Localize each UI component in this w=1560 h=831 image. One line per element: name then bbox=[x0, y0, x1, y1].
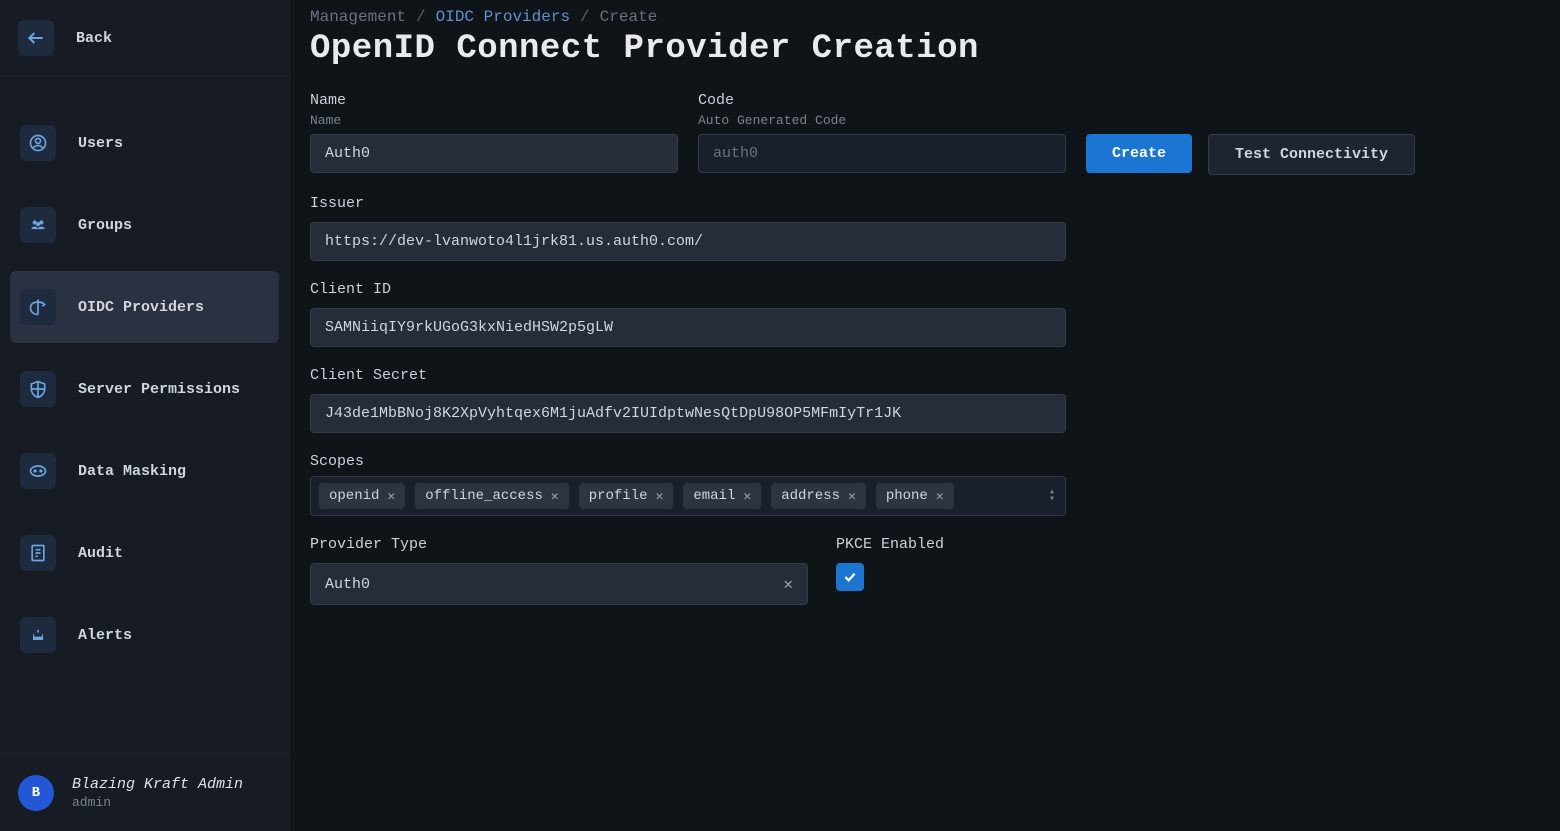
remove-scope-icon[interactable]: ✕ bbox=[848, 489, 856, 504]
clear-select-icon[interactable]: ✕ bbox=[783, 574, 793, 594]
issuer-input[interactable] bbox=[310, 222, 1066, 261]
mask-icon bbox=[20, 453, 56, 489]
remove-scope-icon[interactable]: ✕ bbox=[936, 489, 944, 504]
remove-scope-icon[interactable]: ✕ bbox=[387, 489, 395, 504]
scope-tag: profile ✕ bbox=[579, 483, 674, 509]
pkce-label: PKCE Enabled bbox=[836, 536, 944, 553]
remove-scope-icon[interactable]: ✕ bbox=[656, 489, 664, 504]
sidebar-item-label: Users bbox=[78, 135, 123, 152]
sidebar-item-label: Audit bbox=[78, 545, 123, 562]
user-icon bbox=[20, 125, 56, 161]
sidebar-item-audit[interactable]: Audit bbox=[10, 517, 279, 589]
oidc-icon bbox=[20, 289, 56, 325]
breadcrumb-current: Create bbox=[600, 8, 658, 26]
scopes-label: Scopes bbox=[310, 453, 1540, 470]
back-button[interactable]: Back bbox=[0, 0, 289, 77]
scope-tag: phone ✕ bbox=[876, 483, 954, 509]
provider-type-label: Provider Type bbox=[310, 536, 808, 553]
user-role: admin bbox=[72, 795, 243, 810]
alert-icon bbox=[20, 617, 56, 653]
sidebar-item-server-permissions[interactable]: Server Permissions bbox=[10, 353, 279, 425]
test-connectivity-button[interactable]: Test Connectivity bbox=[1208, 134, 1415, 175]
back-label: Back bbox=[76, 30, 112, 47]
sidebar-item-label: Groups bbox=[78, 217, 132, 234]
sidebar: Back Users Groups bbox=[0, 0, 290, 831]
create-button[interactable]: Create bbox=[1086, 134, 1192, 173]
breadcrumb-section[interactable]: OIDC Providers bbox=[436, 8, 570, 26]
page-title: OpenID Connect Provider Creation bbox=[310, 30, 1540, 68]
client-id-input[interactable] bbox=[310, 308, 1066, 347]
user-name: Blazing Kraft Admin bbox=[72, 776, 243, 793]
name-input[interactable] bbox=[310, 134, 678, 173]
main-content: Management / OIDC Providers / Create Ope… bbox=[290, 0, 1560, 831]
sidebar-item-groups[interactable]: Groups bbox=[10, 189, 279, 261]
code-input bbox=[698, 134, 1066, 173]
pkce-checkbox[interactable] bbox=[836, 563, 864, 591]
sidebar-item-oidc-providers[interactable]: OIDC Providers bbox=[10, 271, 279, 343]
sidebar-items: Users Groups OIDC Providers bbox=[0, 77, 289, 754]
sidebar-footer[interactable]: B Blazing Kraft Admin admin bbox=[0, 754, 289, 831]
shield-icon bbox=[20, 371, 56, 407]
remove-scope-icon[interactable]: ✕ bbox=[743, 489, 751, 504]
sidebar-item-data-masking[interactable]: Data Masking bbox=[10, 435, 279, 507]
avatar: B bbox=[18, 775, 54, 811]
scope-tag: address ✕ bbox=[771, 483, 866, 509]
scope-tag: email ✕ bbox=[683, 483, 761, 509]
code-label: Code bbox=[698, 92, 1066, 109]
groups-icon bbox=[20, 207, 56, 243]
sidebar-item-users[interactable]: Users bbox=[10, 107, 279, 179]
audit-icon bbox=[20, 535, 56, 571]
provider-type-select[interactable]: Auth0 ✕ bbox=[310, 563, 808, 605]
sidebar-item-label: Data Masking bbox=[78, 463, 186, 480]
breadcrumb-root[interactable]: Management bbox=[310, 8, 406, 26]
code-sublabel: Auto Generated Code bbox=[698, 113, 1066, 128]
sidebar-item-label: OIDC Providers bbox=[78, 299, 204, 316]
scopes-input[interactable]: openid ✕ offline_access ✕ profile ✕ emai… bbox=[310, 476, 1066, 516]
scopes-sort-icon[interactable]: ▴▾ bbox=[1049, 489, 1055, 503]
name-sublabel: Name bbox=[310, 113, 678, 128]
sidebar-item-alerts[interactable]: Alerts bbox=[10, 599, 279, 671]
sidebar-item-label: Alerts bbox=[78, 627, 132, 644]
client-secret-input[interactable] bbox=[310, 394, 1066, 433]
scope-tag: offline_access ✕ bbox=[415, 483, 568, 509]
name-label: Name bbox=[310, 92, 678, 109]
client-secret-label: Client Secret bbox=[310, 367, 1540, 384]
scope-tag: openid ✕ bbox=[319, 483, 405, 509]
breadcrumb: Management / OIDC Providers / Create bbox=[310, 8, 1540, 26]
client-id-label: Client ID bbox=[310, 281, 1540, 298]
remove-scope-icon[interactable]: ✕ bbox=[551, 489, 559, 504]
sidebar-item-label: Server Permissions bbox=[78, 381, 240, 398]
issuer-label: Issuer bbox=[310, 195, 1540, 212]
back-arrow-icon bbox=[18, 20, 54, 56]
